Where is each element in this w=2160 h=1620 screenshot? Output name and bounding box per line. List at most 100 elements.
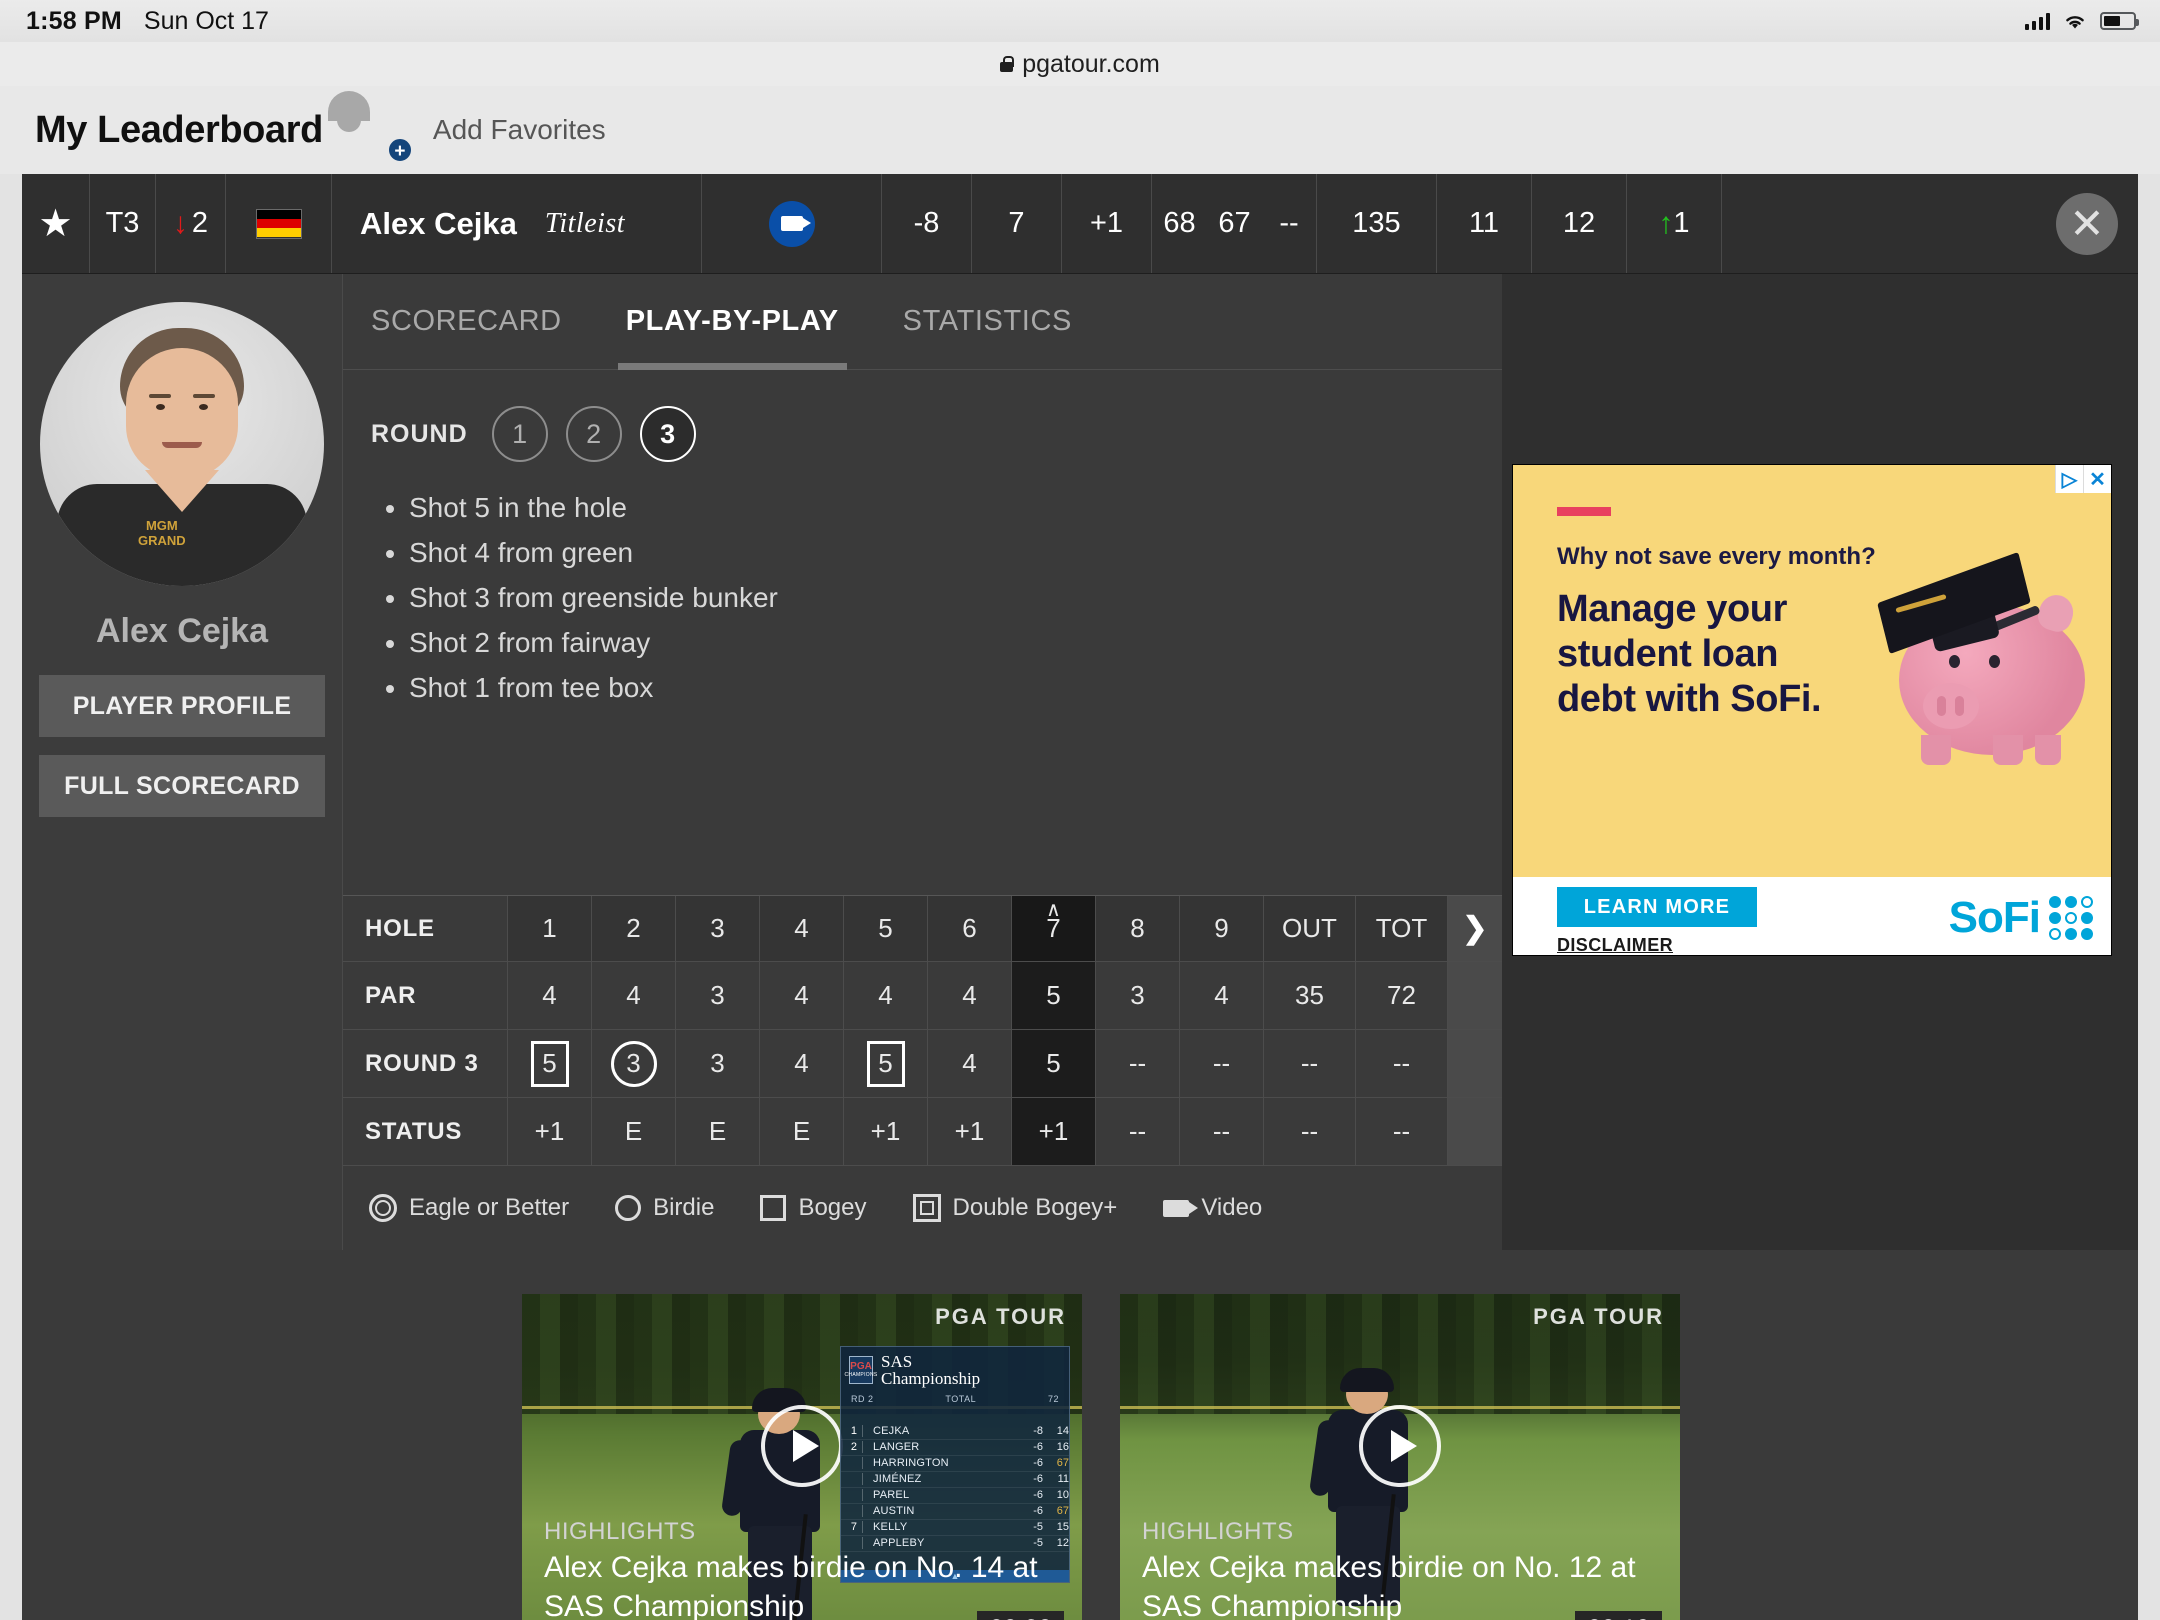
sidebar-player-name: Alex Cejka: [96, 612, 268, 650]
round-cell-7: 5: [1012, 1030, 1096, 1097]
country-flag: [226, 174, 332, 273]
piggy-bank-image: [1877, 551, 2103, 767]
table-row: 2 LANGER -6 16: [841, 1440, 1069, 1456]
plus-icon: +: [386, 137, 413, 163]
round-cell-6: 4: [928, 1030, 1012, 1097]
player-headshot: MGM GRAND: [40, 302, 324, 586]
list-item: Shot 5 in the hole: [409, 492, 1474, 524]
legend-birdie: Birdie: [615, 1194, 714, 1222]
pga-tour-watermark: PGA TOUR: [935, 1304, 1066, 1329]
hole-cell-1[interactable]: 1: [508, 896, 592, 961]
scorecard-scroll-right-button[interactable]: ❯: [1448, 896, 1502, 961]
player-profile-button[interactable]: PLAYER PROFILE: [39, 675, 325, 737]
double-circle-icon: [369, 1194, 397, 1222]
hole-cell-5[interactable]: 5: [844, 896, 928, 961]
player-position: T3: [90, 174, 156, 273]
birdie-circle-icon: 3: [610, 1040, 657, 1087]
video-kicker: HIGHLIGHTS: [1142, 1518, 1294, 1545]
stat-today: +1: [1062, 174, 1152, 273]
video-highlights-strip: PGA TOUR PGA CHAMPIONS SAS Championship …: [22, 1250, 2138, 1620]
hole-cell-9[interactable]: 9: [1180, 896, 1264, 961]
table-row-hole: HOLE 1 2 3 4 5 6 ∧ 7 8 9 OUT TOT ❯: [343, 896, 1502, 962]
battery-icon: [2100, 12, 2139, 30]
double-square-icon: [912, 1194, 941, 1222]
list-item: Shot 1 from tee box: [409, 672, 1474, 704]
player-detail-main: SCORECARD PLAY-BY-PLAY STATISTICS ROUND …: [342, 274, 1502, 1250]
ad-accent-rule: [1557, 507, 1611, 516]
status-indicators: [2025, 0, 2139, 42]
player-name-cell[interactable]: Alex Cejka Titleist: [332, 174, 702, 273]
overlay-rows: 1 CEJKA -8 14 2 LANGER -6 16 HARRINGTON -6 67 JI…: [841, 1406, 1069, 1573]
round-button-3[interactable]: 3: [639, 406, 696, 462]
stat-r3: --: [1262, 174, 1317, 273]
play-icon[interactable]: [761, 1404, 843, 1487]
graduation-cap-icon: [1877, 551, 2031, 655]
close-panel-cell[interactable]: ✕: [1722, 174, 2138, 273]
round-cell-tot: --: [1356, 1030, 1448, 1097]
ad-disclaimer-link[interactable]: DISCLAIMER: [1557, 935, 1673, 956]
hole-cell-7-selected[interactable]: ∧ 7: [1012, 896, 1096, 961]
page-header: My Leaderboard + Add Favorites: [0, 86, 2160, 174]
arrow-up-icon: ↑: [1658, 206, 1674, 240]
list-item: Shot 4 from green: [409, 537, 1474, 569]
ad-controls[interactable]: ▷ ✕: [2055, 465, 2111, 493]
favorite-star-button[interactable]: ★: [22, 174, 90, 273]
sofi-advertisement[interactable]: ▷ ✕ Why not save every month? Manage you…: [1512, 464, 2112, 956]
add-favorites-button[interactable]: +: [346, 97, 413, 163]
ad-creative[interactable]: ▷ ✕ Why not save every month? Manage you…: [1513, 465, 2111, 877]
status-cell-6: +1: [928, 1098, 1012, 1165]
full-scorecard-button[interactable]: FULL SCORECARD: [39, 755, 325, 817]
scorecard-scroll-spacer: [1448, 962, 1502, 1029]
ad-column: ▷ ✕ Why not save every month? Manage you…: [1502, 274, 2138, 1250]
tab-statistics[interactable]: STATISTICS: [903, 274, 1072, 370]
round-selector: ROUND 1 2 3: [371, 406, 1474, 462]
hole-cell-2[interactable]: 2: [592, 896, 676, 961]
status-cell-tot: --: [1356, 1098, 1448, 1165]
shirt-sponsor-logo: MGM GRAND: [138, 518, 186, 548]
sofi-logo: SoFi: [1949, 893, 2093, 943]
sponsor-logo: Titleist: [544, 207, 626, 239]
table-row: JIMÉNEZ -6 11: [841, 1472, 1069, 1488]
round-button-1[interactable]: 1: [491, 406, 548, 462]
hole-cell-out: OUT: [1264, 896, 1356, 961]
status-cell-3: E: [676, 1098, 760, 1165]
table-row: 1 CEJKA -8 14: [841, 1424, 1069, 1440]
status-cell-7: +1: [1012, 1098, 1096, 1165]
video-duration: 00:19: [1575, 1611, 1662, 1620]
player-video-button[interactable]: [702, 174, 882, 273]
ad-close-icon[interactable]: ✕: [2083, 465, 2111, 493]
learn-more-button[interactable]: LEARN MORE: [1557, 887, 1757, 927]
table-row: PAREL -6 10: [841, 1488, 1069, 1504]
status-cell-8: --: [1096, 1098, 1180, 1165]
page-title: My Leaderboard: [35, 108, 323, 151]
tab-play-by-play[interactable]: PLAY-BY-PLAY: [617, 274, 847, 370]
arrow-down-icon: ↓: [172, 206, 188, 240]
par-cell-4: 4: [760, 962, 844, 1029]
play-icon[interactable]: [1359, 1404, 1441, 1487]
par-cell-8: 3: [1096, 962, 1180, 1029]
player-summary-row[interactable]: ★ T3 ↓ 2 Alex Cejka Titleist -8 7 +1 68 …: [22, 174, 2138, 274]
ad-footer: LEARN MORE DISCLAIMER SoFi: [1513, 877, 2111, 955]
round-button-2[interactable]: 2: [565, 406, 622, 462]
scorecard-legend: Eagle or Better Birdie Bogey Double Boge…: [343, 1166, 1502, 1250]
overlay-tournament-name: SAS Championship: [881, 1352, 981, 1389]
round-cell-9: --: [1180, 1030, 1264, 1097]
video-card-1[interactable]: PGA TOUR PGA CHAMPIONS SAS Championship …: [522, 1294, 1082, 1620]
table-row: AUSTIN -6 67: [841, 1504, 1069, 1520]
scorecard-scroll-spacer-2: [1448, 1030, 1502, 1097]
add-favorites-label[interactable]: Add Favorites: [433, 114, 606, 146]
row-label-round: ROUND 3: [343, 1030, 508, 1097]
round-cell-2: 3: [592, 1030, 676, 1097]
adchoices-icon[interactable]: ▷: [2055, 465, 2083, 493]
close-icon[interactable]: ✕: [2056, 192, 2118, 255]
player-detail-panel: MGM GRAND Alex Cejka PLAYER PROFILE FULL…: [22, 274, 2138, 1250]
table-row: HARRINGTON -6 67: [841, 1456, 1069, 1472]
hole-cell-6[interactable]: 6: [928, 896, 1012, 961]
ios-status-bar: 1:58 PM Sun Oct 17: [0, 0, 2160, 42]
video-card-2[interactable]: PGA TOUR HIGHLIGHTS Alex Cejka makes bir…: [1120, 1294, 1680, 1620]
hole-cell-3[interactable]: 3: [676, 896, 760, 961]
browser-address-bar[interactable]: pgatour.com: [0, 42, 2160, 86]
tab-scorecard[interactable]: SCORECARD: [371, 274, 562, 370]
hole-cell-8[interactable]: 8: [1096, 896, 1180, 961]
hole-cell-4[interactable]: 4: [760, 896, 844, 961]
